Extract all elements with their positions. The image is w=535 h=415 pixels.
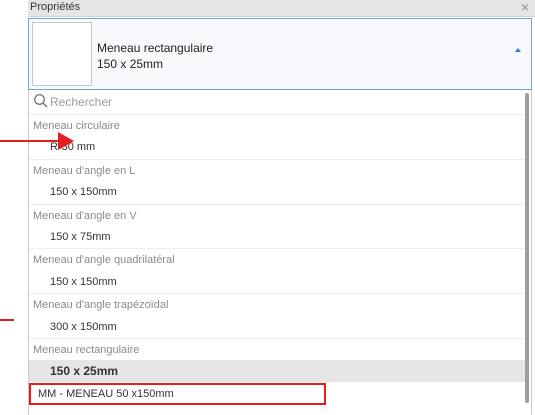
search-input[interactable] bbox=[50, 93, 350, 111]
type-preview-image bbox=[32, 22, 92, 86]
type-list-item[interactable]: R-30 mm bbox=[29, 136, 526, 158]
search-bar bbox=[29, 90, 526, 115]
properties-panel-header: Propriétés × bbox=[28, 0, 535, 17]
type-list-item[interactable]: 150 x 25mm bbox=[29, 360, 526, 383]
annotation-line bbox=[0, 319, 14, 321]
family-header: Meneau circulaire bbox=[29, 114, 526, 136]
chevron-up-icon[interactable] bbox=[515, 48, 521, 52]
scrollbar[interactable] bbox=[525, 93, 529, 403]
type-list-item[interactable]: 150 x 150mm bbox=[29, 181, 526, 203]
family-header: Meneau d'angle en L bbox=[29, 158, 526, 181]
search-icon bbox=[34, 94, 48, 108]
family-header: Meneau d'angle quadrilatéral bbox=[29, 248, 526, 270]
annotation-arrow-line bbox=[0, 140, 58, 142]
type-list-item[interactable]: 300 x 150mm bbox=[29, 316, 526, 338]
type-list-item[interactable]: 150 x 75mm bbox=[29, 226, 526, 248]
family-header: Meneau d'angle trapézoïdal bbox=[29, 293, 526, 315]
family-header: Meneau d'angle en V bbox=[29, 203, 526, 226]
type-list-item[interactable]: 150 x 150mm bbox=[29, 271, 526, 293]
family-header: Meneau rectangulaire bbox=[29, 338, 526, 360]
type-list-item[interactable]: MM - MENEAU 50 x150mm bbox=[29, 382, 326, 405]
type-selector[interactable]: Meneau rectangulaire 150 x 25mm bbox=[28, 18, 532, 90]
annotation-arrow-head bbox=[58, 132, 74, 150]
panel-title: Propriétés bbox=[30, 1, 81, 13]
type-size: 150 x 25mm bbox=[97, 57, 164, 71]
type-name: Meneau rectangulaire bbox=[97, 41, 214, 55]
close-icon[interactable]: × bbox=[521, 0, 529, 16]
type-list: Meneau circulaireR-30 mmMeneau d'angle e… bbox=[28, 90, 532, 415]
